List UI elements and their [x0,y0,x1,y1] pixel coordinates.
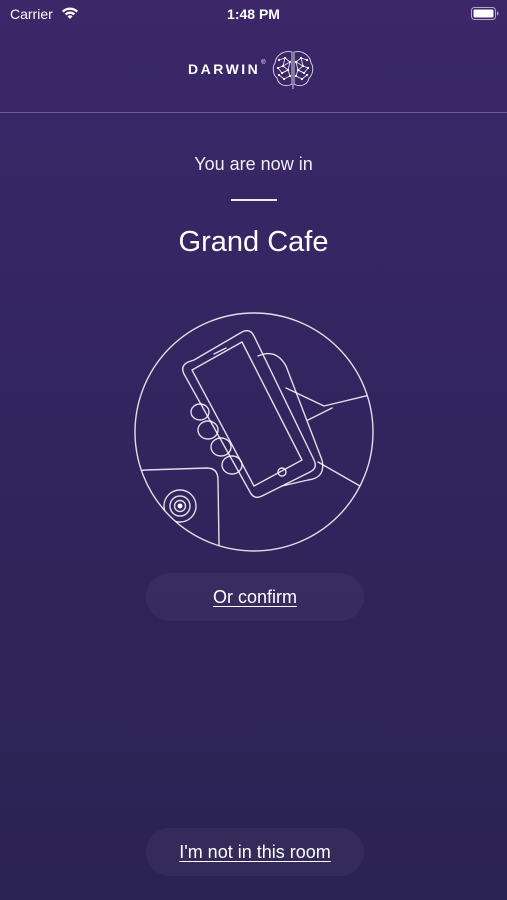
app-header: DARWIN ® [0,30,507,113]
hand-phone-tap-icon [134,312,374,552]
clock: 1:48 PM [227,6,280,22]
not-in-room-button[interactable]: I'm not in this room [146,828,364,876]
brain-icon [272,51,313,89]
not-in-room-label: I'm not in this room [179,841,331,862]
confirm-label: Or confirm [212,586,297,607]
status-bar: Carrier 1:48 PM [0,0,507,30]
battery-icon [471,7,499,20]
logo-text: DARWIN [188,61,261,77]
title-divider [231,199,277,201]
logo-registered-mark: ® [261,60,266,66]
confirm-button[interactable]: Or confirm [146,573,364,621]
room-name: Grand Cafe [178,226,329,258]
darwin-logo: DARWIN ® [188,46,316,92]
subtitle: You are now in [194,154,313,174]
